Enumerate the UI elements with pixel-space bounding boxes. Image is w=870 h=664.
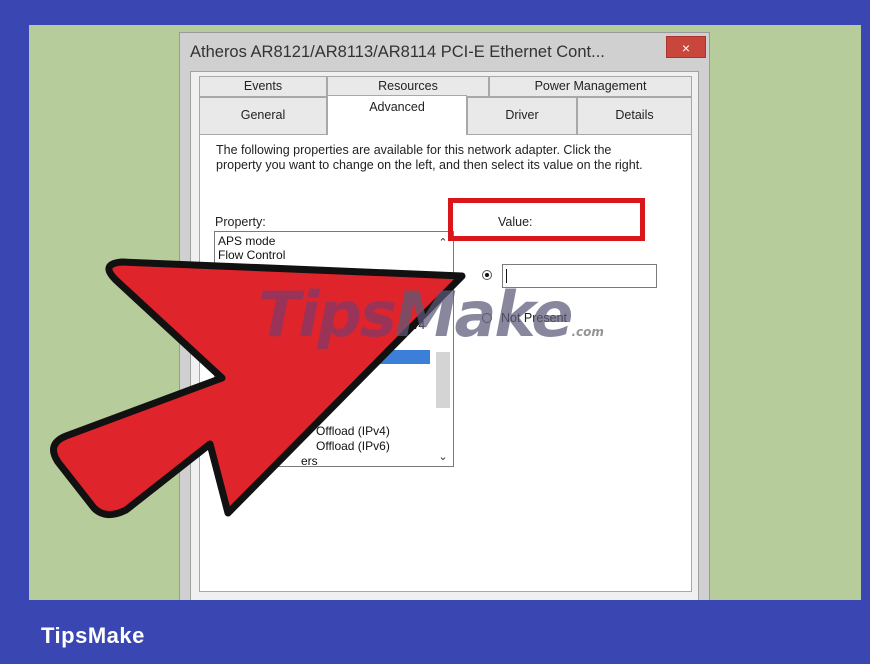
- watermark-part3: .com: [571, 325, 604, 339]
- watermark: TipsMake.com: [258, 278, 604, 351]
- watermark-part1: Tips: [258, 278, 397, 351]
- tab-advanced[interactable]: Advanced: [327, 95, 467, 135]
- brand-label: TipsMake: [41, 623, 145, 648]
- watermark-part2: Make: [394, 278, 574, 351]
